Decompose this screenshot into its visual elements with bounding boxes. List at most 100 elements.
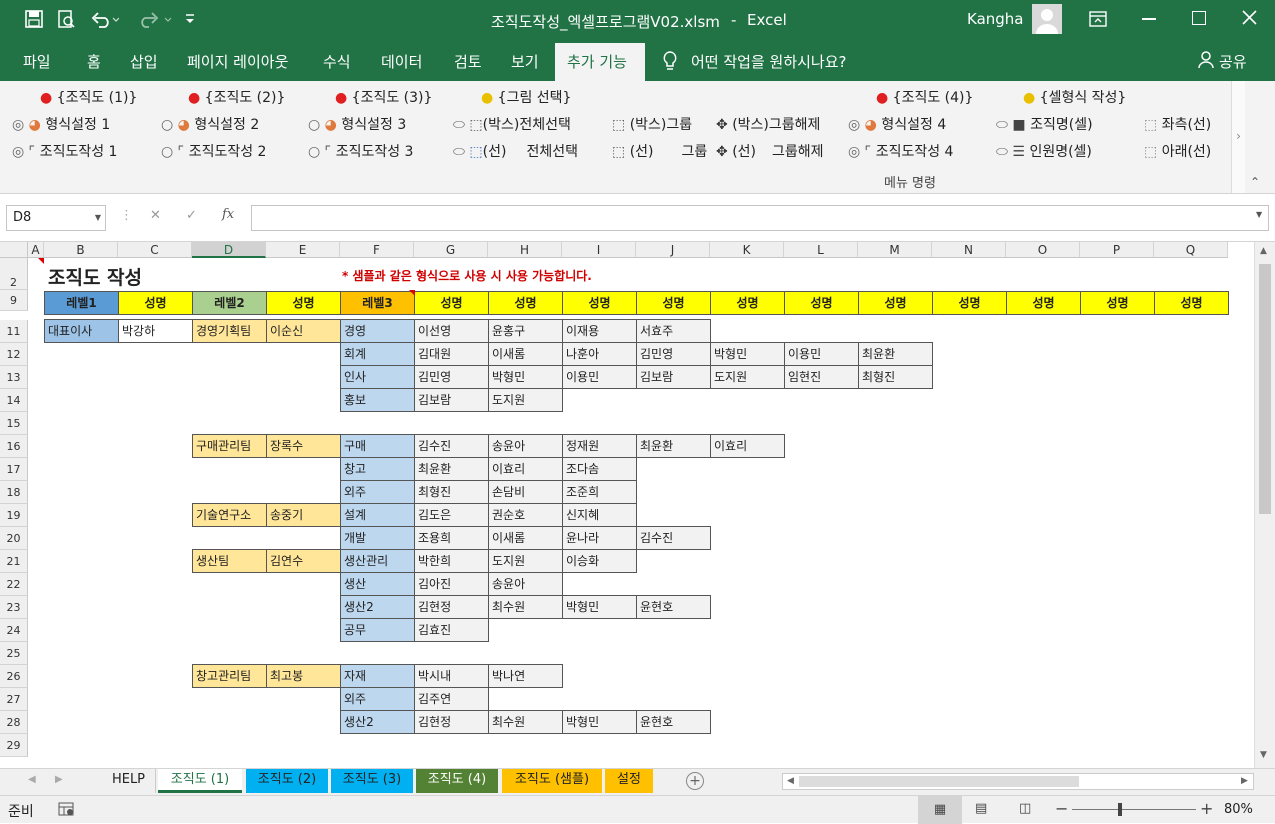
name-box[interactable]: D8 ▼ (6, 205, 106, 231)
row-header-12[interactable]: 12 (0, 343, 28, 366)
member-name-cell[interactable]: 최형진 (858, 365, 933, 389)
member-name-cell[interactable]: 임현진 (784, 365, 859, 389)
line-group-button[interactable]: ⬚ (선) 그룹 (612, 141, 707, 161)
enter-icon[interactable]: ✓ (186, 208, 197, 223)
user-name[interactable]: Kangha (967, 10, 1024, 28)
row-header-28[interactable]: 28 (0, 711, 28, 734)
level3-cell[interactable]: 생산관리 (340, 549, 415, 573)
member-name-cell[interactable]: 최윤환 (414, 457, 489, 481)
member-name-cell[interactable]: 도지원 (710, 365, 785, 389)
name-header-cell[interactable]: 성명 (1154, 291, 1229, 315)
member-name-cell[interactable]: 이효리 (710, 434, 785, 458)
group-orgchart-3[interactable]: ● {조직도 (3)} (335, 87, 432, 107)
level2-cell[interactable]: 경영기획팀 (192, 319, 267, 343)
member-name-cell[interactable]: 손담비 (488, 480, 563, 504)
member-name-cell[interactable]: 이승화 (562, 549, 637, 573)
row-header-19[interactable]: 19 (0, 504, 28, 527)
name-header-cell[interactable]: 성명 (562, 291, 637, 315)
level3-cell[interactable]: 생산2 (340, 595, 415, 619)
box-ungroup-button[interactable]: ✥ (박스)그룹해제 (716, 114, 820, 134)
member-name-cell[interactable]: 김민영 (636, 342, 711, 366)
name-header-cell[interactable]: 성명 (1080, 291, 1155, 315)
bottom-line-button[interactable]: ⬚ 아래(선) (1144, 141, 1211, 161)
row-header-27[interactable]: 27 (0, 688, 28, 711)
level-header-cell[interactable]: 레벨3 (340, 291, 415, 315)
sheet-tab-orgchart-3[interactable]: 조직도 (3) (331, 769, 413, 793)
avatar[interactable] (1032, 4, 1062, 34)
member-name-cell[interactable]: 김현정 (414, 710, 489, 734)
level2-name-cell[interactable]: 최고봉 (266, 664, 341, 688)
member-name-cell[interactable]: 박형민 (562, 595, 637, 619)
share-button[interactable]: 공유 (1219, 51, 1247, 72)
level3-cell[interactable]: 생산 (340, 572, 415, 596)
level2-name-cell[interactable]: 김연수 (266, 549, 341, 573)
name-header-cell[interactable]: 성명 (1006, 291, 1081, 315)
zoom-level[interactable]: 80% (1224, 802, 1253, 817)
format-setting-1-button[interactable]: ◎ ◕ 형식설정 1 (12, 114, 110, 134)
member-name-cell[interactable]: 윤현호 (636, 595, 711, 619)
member-name-cell[interactable]: 서효주 (636, 319, 711, 343)
ribbon-display-options-icon[interactable] (1089, 11, 1107, 27)
column-header-Q[interactable]: Q (1154, 242, 1228, 258)
member-name-cell[interactable]: 이용민 (784, 342, 859, 366)
column-header-J[interactable]: J (636, 242, 710, 258)
member-name-cell[interactable]: 도지원 (488, 388, 563, 412)
member-name-cell[interactable]: 최윤환 (858, 342, 933, 366)
level3-cell[interactable]: 생산2 (340, 710, 415, 734)
member-name-cell[interactable]: 박형민 (562, 710, 637, 734)
row-header-13[interactable]: 13 (0, 366, 28, 389)
column-header-E[interactable]: E (266, 242, 340, 258)
orgchart-create-4-button[interactable]: ◎ ⌜ 조직도작성 4 (848, 141, 953, 161)
level1-cell[interactable]: 대표이사 (44, 319, 119, 343)
member-name-cell[interactable]: 이용민 (562, 365, 637, 389)
level1-name-cell[interactable]: 박강하 (118, 319, 193, 343)
member-name-cell[interactable]: 이선영 (414, 319, 489, 343)
tab-scroll-left-icon[interactable]: ◀ (28, 774, 36, 785)
zoom-in-icon[interactable]: + (1200, 799, 1213, 818)
column-header-F[interactable]: F (340, 242, 414, 258)
member-name-cell[interactable]: 박형민 (710, 342, 785, 366)
column-header-C[interactable]: C (118, 242, 192, 258)
column-header-I[interactable]: I (562, 242, 636, 258)
level2-cell[interactable]: 구매관리팀 (192, 434, 267, 458)
org-name-cell-button[interactable]: ⬭ ■ 조직명(셀) (996, 114, 1093, 134)
member-name-cell[interactable]: 조용희 (414, 526, 489, 550)
row-header-21[interactable]: 21 (0, 550, 28, 573)
level3-cell[interactable]: 회계 (340, 342, 415, 366)
member-name-cell[interactable]: 최수원 (488, 595, 563, 619)
member-name-cell[interactable]: 박형민 (488, 365, 563, 389)
format-setting-3-button[interactable]: ○ ◕ 형식설정 3 (308, 114, 406, 134)
row-header-22[interactable]: 22 (0, 573, 28, 596)
tab-review[interactable]: 검토 (454, 51, 482, 72)
group-orgchart-1[interactable]: ● {조직도 (1)} (40, 87, 137, 107)
row-header-2[interactable]: 2 (0, 258, 28, 290)
redo-icon[interactable] (137, 10, 173, 28)
level2-cell[interactable]: 창고관리팀 (192, 664, 267, 688)
scroll-down-icon[interactable]: ▼ (1260, 750, 1267, 760)
cancel-icon[interactable]: ✕ (150, 208, 161, 223)
maximize-icon[interactable] (1192, 11, 1206, 25)
member-name-cell[interactable]: 나훈아 (562, 342, 637, 366)
name-header-cell[interactable]: 성명 (118, 291, 193, 315)
member-name-cell[interactable]: 김수진 (414, 434, 489, 458)
column-header-A[interactable]: A (28, 242, 44, 258)
column-header-K[interactable]: K (710, 242, 784, 258)
member-name-cell[interactable]: 김보람 (414, 388, 489, 412)
zoom-slider[interactable] (1072, 803, 1196, 816)
member-name-cell[interactable]: 윤현호 (636, 710, 711, 734)
vertical-scrollbar[interactable]: ▲ ▼ (1254, 242, 1275, 768)
member-name-cell[interactable]: 도지원 (488, 549, 563, 573)
column-header-M[interactable]: M (858, 242, 932, 258)
tab-file[interactable]: 파일 (23, 51, 51, 72)
close-icon[interactable] (1242, 10, 1257, 25)
sheet-tab-settings[interactable]: 설정 (605, 769, 653, 793)
level2-name-cell[interactable]: 장록수 (266, 434, 341, 458)
member-name-cell[interactable]: 윤나라 (562, 526, 637, 550)
level3-cell[interactable]: 홍보 (340, 388, 415, 412)
level3-cell[interactable]: 공무 (340, 618, 415, 642)
expand-formula-icon[interactable]: ▼ (1256, 210, 1262, 219)
format-setting-4-button[interactable]: ◎ ◕ 형식설정 4 (848, 114, 946, 134)
tab-scroll-right-icon[interactable]: ▶ (55, 774, 63, 785)
member-name-cell[interactable]: 김대원 (414, 342, 489, 366)
sheet-tab-orgchart-1[interactable]: 조직도 (1) (158, 769, 242, 793)
